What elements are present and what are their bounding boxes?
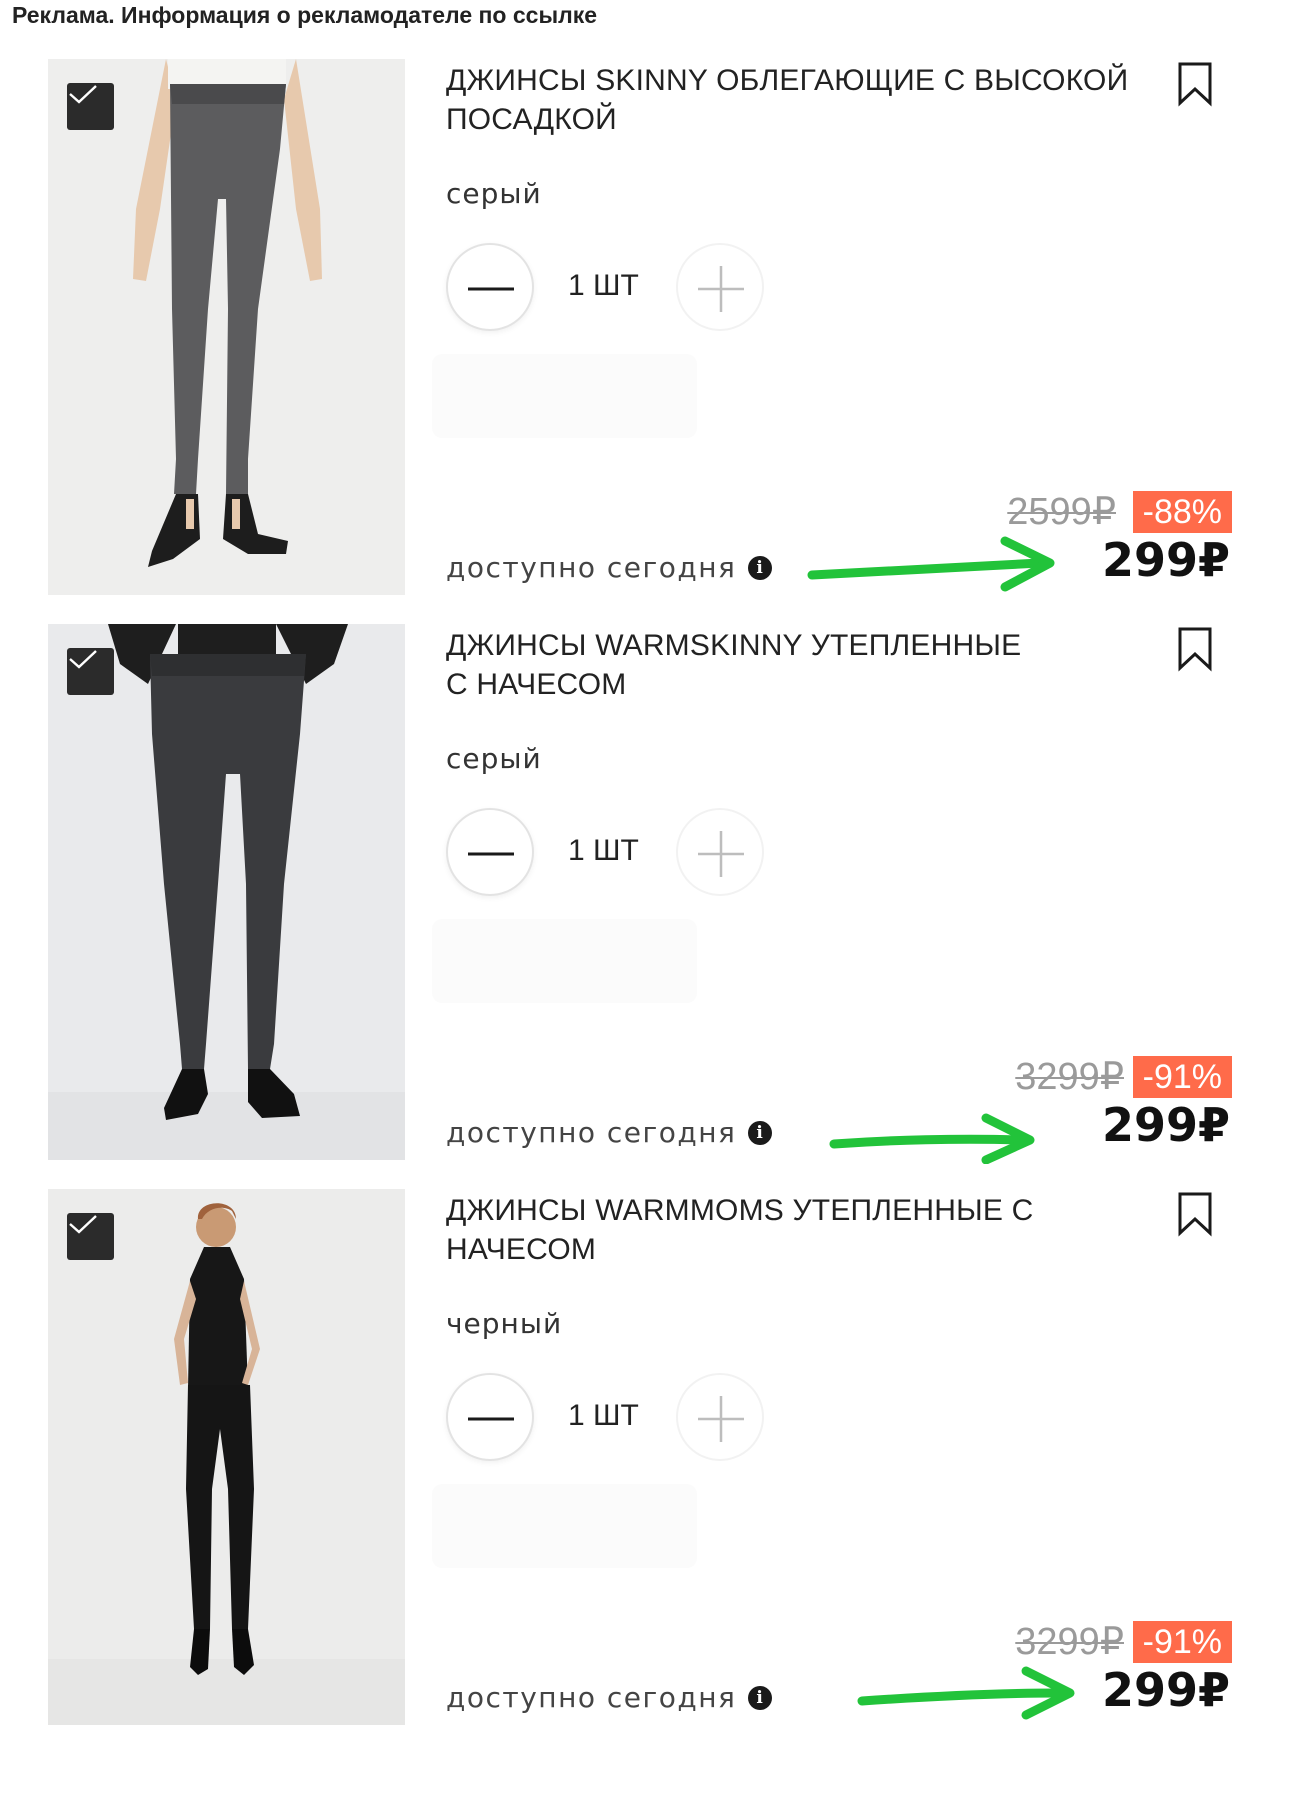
discount-badge: -88% (1132, 491, 1232, 533)
plus-icon (698, 831, 744, 877)
availability-row: доступно сегодня i (446, 1116, 773, 1149)
cart-item: ДЖИНСЫ WARMSKINNY УТЕПЛЕННЫЕ С НАЧЕСОМ с… (0, 624, 1290, 1164)
bookmark-icon[interactable] (1175, 61, 1215, 107)
current-price: 299₽ (1101, 533, 1230, 587)
product-color: серый (446, 742, 542, 775)
info-icon[interactable]: i (748, 1120, 773, 1145)
info-icon[interactable]: i (748, 1685, 773, 1710)
select-checkbox[interactable] (67, 648, 114, 695)
availability-row: доступно сегодня i (446, 1681, 773, 1714)
quantity-decrease-button[interactable] (446, 243, 534, 331)
minus-icon (468, 287, 514, 291)
minus-icon (468, 852, 514, 856)
product-title[interactable]: ДЖИНСЫ WARMMOMS УТЕПЛЕННЫЕ С НАЧЕСОМ (446, 1191, 1046, 1269)
current-price: 299₽ (1101, 1098, 1230, 1152)
availability-text: доступно сегодня (446, 551, 737, 584)
old-price: 2599₽ (1007, 491, 1116, 533)
discount-badge: -91% (1132, 1621, 1232, 1663)
select-checkbox[interactable] (67, 1213, 114, 1260)
quantity-value: 1 ШТ (568, 834, 639, 867)
cart-item: ДЖИНСЫ SKINNY ОБЛЕГАЮЩИЕ С ВЫСОКОЙ ПОСАД… (0, 59, 1290, 599)
product-photo[interactable] (48, 59, 405, 595)
placeholder-block (432, 1484, 697, 1568)
grey-skinny-jeans-photo (48, 59, 405, 595)
placeholder-block (432, 354, 697, 438)
cart-item: ДЖИНСЫ WARMMOMS УТЕПЛЕННЫЕ С НАЧЕСОМ чер… (0, 1189, 1290, 1729)
availability-text: доступно сегодня (446, 1116, 737, 1149)
select-checkbox[interactable] (67, 83, 114, 130)
availability-row: доступно сегодня i (446, 551, 773, 584)
plus-icon (698, 1396, 744, 1442)
plus-icon (698, 266, 744, 312)
product-title[interactable]: ДЖИНСЫ WARMSKINNY УТЕПЛЕННЫЕ С НАЧЕСОМ (446, 626, 1046, 704)
checkmark-icon (69, 650, 97, 669)
dark-grey-jeans-photo (48, 624, 405, 1160)
info-icon[interactable]: i (748, 555, 773, 580)
product-color: серый (446, 177, 542, 210)
current-price: 299₽ (1101, 1663, 1230, 1717)
discount-badge: -91% (1132, 1056, 1232, 1098)
product-color: черный (446, 1307, 563, 1340)
placeholder-block (432, 919, 697, 1003)
product-title[interactable]: ДЖИНСЫ SKINNY ОБЛЕГАЮЩИЕ С ВЫСОКОЙ ПОСАД… (446, 61, 1166, 139)
bookmark-icon[interactable] (1175, 626, 1215, 672)
product-photo[interactable] (48, 624, 405, 1160)
old-price: 3299₽ (1015, 1056, 1124, 1098)
checkmark-icon (69, 85, 97, 104)
old-price: 3299₽ (1015, 1621, 1124, 1663)
ad-disclosure-link[interactable]: Реклама. Информация о рекламодателе по с… (12, 2, 597, 32)
product-photo[interactable] (48, 1189, 405, 1725)
availability-text: доступно сегодня (446, 1681, 737, 1714)
minus-icon (468, 1417, 514, 1421)
checkmark-icon (69, 1215, 97, 1234)
quantity-decrease-button[interactable] (446, 808, 534, 896)
quantity-decrease-button[interactable] (446, 1373, 534, 1461)
bookmark-icon[interactable] (1175, 1191, 1215, 1237)
quantity-increase-button[interactable] (676, 808, 764, 896)
quantity-increase-button[interactable] (676, 243, 764, 331)
black-mom-jeans-photo (48, 1189, 405, 1725)
quantity-increase-button[interactable] (676, 1373, 764, 1461)
quantity-value: 1 ШТ (568, 1399, 639, 1432)
quantity-value: 1 ШТ (568, 269, 639, 302)
